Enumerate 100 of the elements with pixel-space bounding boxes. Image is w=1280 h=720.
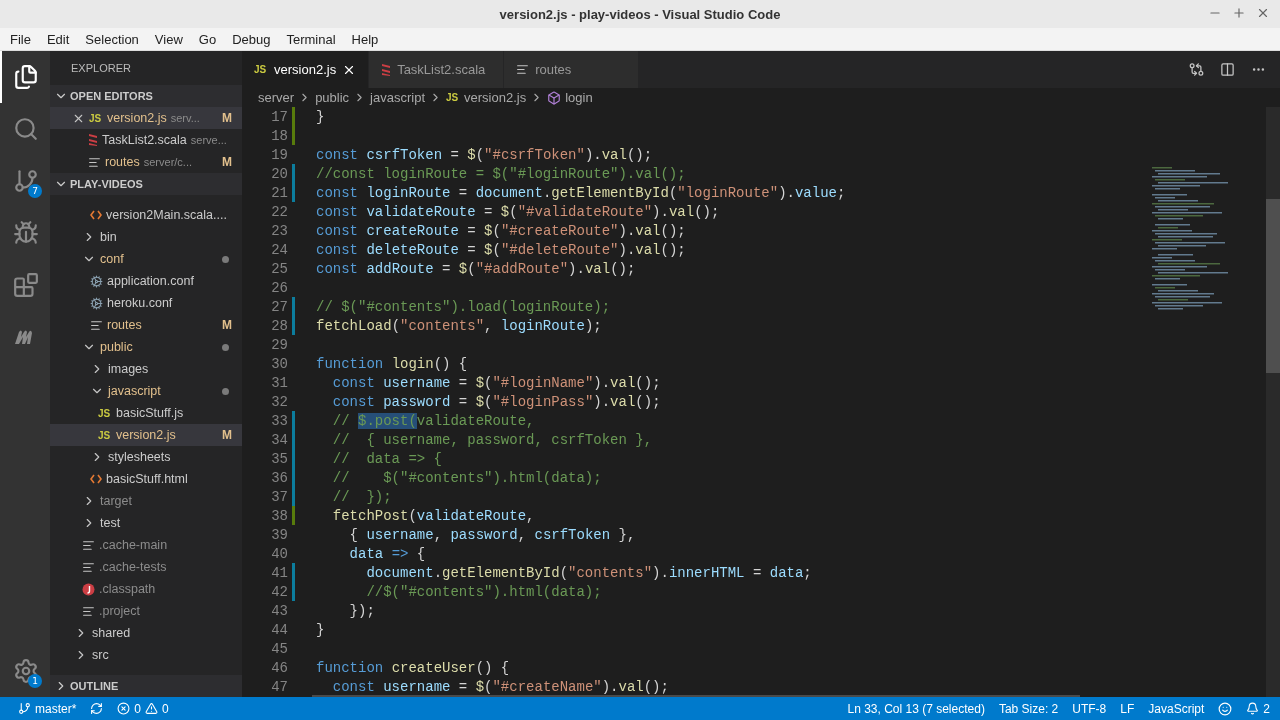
file-name: routes [107,318,142,332]
cube-icon [547,90,562,105]
line-number: 46 [270,659,288,676]
file-name: javascript [108,384,161,398]
activity-button[interactable]: 7 [0,155,50,207]
line-number: 37 [270,488,288,505]
compare-icon[interactable] [1189,62,1204,77]
tree-item[interactable]: bin [50,226,242,248]
menu-item[interactable]: Selection [77,31,147,47]
file-name: .cache-tests [99,560,167,574]
breadcrumb[interactable]: version2.js [464,90,527,105]
editor-tab[interactable]: JS version2.js [242,51,370,88]
open-editor-item[interactable]: routes server/c... M [50,151,242,173]
source-control-icon [13,168,39,194]
tree-item[interactable]: basicStuff.html [50,468,242,490]
file-path: serve... [190,134,227,146]
git-status-letter: M [222,318,232,332]
tree-item[interactable]: shared [50,622,242,644]
sidebar-title: EXPLORER [70,61,132,76]
file-name: .classpath [99,582,156,596]
smiley-icon[interactable] [1218,701,1233,716]
tree-item[interactable]: application.conf [50,270,242,292]
menu-item[interactable]: View [146,31,191,47]
horizontal-scrollbar[interactable] [312,695,1080,697]
cursor-position[interactable]: Ln 33, Col 13 (7 selected) [847,701,985,716]
menu-item[interactable]: Terminal [278,31,344,47]
menu-item[interactable]: Debug [224,31,279,47]
code-line: // data => { [331,450,443,467]
encoding[interactable]: UTF-8 [1072,701,1107,716]
section-header[interactable]: OUTLINE [50,675,242,697]
js-file-icon: JS [446,92,460,103]
scala-file-icon [88,133,98,147]
menu-item[interactable]: Edit [38,31,78,47]
error-count[interactable]: 0 [117,701,142,716]
file-name: images [108,362,149,376]
file-name: version2Main.scala.... [106,208,227,222]
tree-item[interactable]: .cache-main [50,534,242,556]
bug-icon [13,220,39,246]
breadcrumb[interactable]: javascript [370,90,425,105]
tree-item[interactable]: public [50,336,242,358]
code-line: //$("#contents").html(data); [365,583,602,600]
menu-item[interactable]: Help [343,31,387,47]
activity-button[interactable]: 1 [0,645,50,697]
editor-tab[interactable]: TaskList2.scala [369,51,505,88]
open-editor-item[interactable]: TaskList2.scala serve... [50,129,242,151]
bell-icon [1246,702,1260,715]
count-badge: 7 [28,184,42,198]
tree-item[interactable]: src [50,644,242,666]
code-line: function createUser() { [316,659,510,676]
menu-item[interactable]: File [2,31,39,47]
code-line: const username = $("#loginName").val(); [331,374,661,391]
file-name: public [100,340,133,354]
tree-item[interactable]: javascript [50,380,242,402]
tree-item[interactable]: stylesheets [50,446,242,468]
code-line: function login() { [316,355,468,372]
language-mode[interactable]: JavaScript [1148,701,1205,716]
section-header[interactable]: OPEN EDITORS [50,85,242,107]
lines-file-icon [90,318,103,332]
line-number: 30 [270,355,288,372]
breadcrumb[interactable]: server [258,90,295,105]
section-header[interactable]: PLAY-VIDEOS [50,173,242,195]
lines-file-icon [82,560,95,574]
file-name: heroku.conf [107,296,173,310]
tree-item[interactable]: images [50,358,242,380]
line-number: 44 [270,621,288,638]
tree-item[interactable]: JS basicStuff.js [50,402,242,424]
breadcrumb[interactable]: login [565,90,593,105]
code-line: //const loginRoute = $("#loginRoute").val(); [316,165,686,182]
maximize-icon[interactable] [1232,6,1246,20]
editor-tab[interactable]: routes [504,51,640,88]
branch-indicator[interactable]: master* [18,701,77,716]
tree-item[interactable]: heroku.conf [50,292,242,314]
code-line: data => { [348,545,426,562]
menu-item[interactable]: Go [190,31,225,47]
count-badge: 1 [28,674,42,688]
tab-size[interactable]: Tab Size: 2 [998,701,1059,716]
tree-item[interactable]: target [50,490,242,512]
line-ending[interactable]: LF [1120,701,1135,716]
tree-item[interactable]: conf [50,248,242,270]
line-number: 25 [270,260,288,277]
file-path: serv... [170,112,200,124]
open-editor-item[interactable]: JS version2.js serv... M [50,107,242,129]
tree-item[interactable]: .cache-tests [50,556,242,578]
tree-item[interactable]: version2Main.scala.... [50,204,242,226]
file-name: basicStuff.html [106,472,188,486]
split-editor-icon[interactable] [1220,62,1235,77]
breadcrumb[interactable]: public [315,90,350,105]
sync-icon[interactable] [90,702,104,715]
tree-item[interactable]: JS version2.js M [50,424,242,446]
tree-item[interactable]: routes M [50,314,242,336]
tree-item[interactable]: test [50,512,242,534]
tree-item[interactable]: .classpath [50,578,242,600]
notifications[interactable]: 2 [1246,701,1270,716]
section-title: OPEN EDITORS [70,90,153,102]
search-icon [13,116,39,142]
tree-item[interactable]: .project [50,600,242,622]
scrollbar[interactable] [1266,107,1280,697]
warning-count[interactable]: 0 [145,701,169,716]
git-status-letter: M [222,428,232,442]
code-brackets-icon [90,474,102,484]
